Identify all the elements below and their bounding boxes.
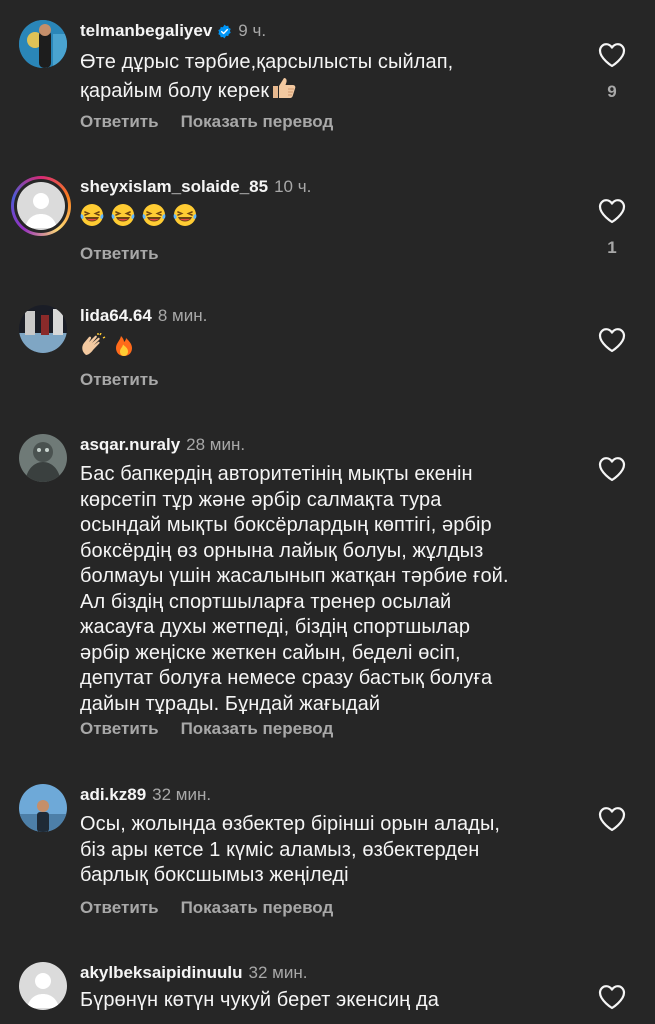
timestamp: 9 ч. (238, 21, 267, 40)
timestamp: 8 мин. (157, 306, 208, 325)
timestamp: 32 мин. (152, 785, 212, 804)
avatar[interactable] (19, 305, 67, 353)
username[interactable]: akylbeksaipidinuulu (80, 962, 243, 984)
comment-line: жасауға духы жетпеді, біздің спортшылар (80, 616, 471, 638)
thumbs-up-icon (271, 76, 297, 108)
show-translation-button[interactable]: Показать перевод (181, 898, 334, 917)
reply-button[interactable]: Ответить (80, 244, 159, 263)
comment-line: әрбір жеңіске жеткен сайын, беделі өсіп, (80, 641, 461, 664)
comment-line: дайын тұрады. Бұндай жағыдай (80, 692, 381, 715)
avatar[interactable] (19, 20, 67, 68)
timestamp: 32 мин. (248, 963, 308, 982)
comment-line: депутат болуға немесе сразу бастық болуғ… (80, 667, 493, 689)
reply-button[interactable]: Ответить (80, 112, 159, 131)
comment-text: Бүрөнүн көтүн чукуй берет экенсиң да (80, 988, 580, 1014)
timestamp: 28 мин. (186, 435, 246, 454)
comment-line: көрсетіп тұр және әрбір салмақта тура (80, 488, 442, 511)
comment-line: барлық боксшымыз жеңіледі (80, 864, 349, 886)
comment-line: осындай мықты боксёрлардың көптігі, әрбі… (80, 514, 492, 536)
username[interactable]: telmanbegaliyev (80, 20, 212, 42)
heart-icon[interactable] (598, 42, 626, 68)
show-translation-button[interactable]: Показать перевод (181, 719, 334, 738)
comment-header: telmanbegaliyev 9 ч. (80, 20, 266, 42)
avatar[interactable] (19, 434, 67, 482)
avatar[interactable] (19, 784, 67, 832)
comment-actions: Ответить Показать перевод (80, 898, 355, 918)
comment-text: Өте дұрыс тәрбие,қарсылысты сыйлап, қара… (80, 50, 580, 107)
comment-text (80, 332, 580, 365)
comment-actions: Ответить (80, 370, 181, 390)
comment-line: Осы, жолында өзбектер бірінші орын алады… (80, 813, 501, 835)
default-avatar-icon[interactable] (19, 962, 67, 1010)
comment-actions: Ответить (80, 244, 181, 264)
comment-line: боксёрдің өз орнына лайық болуы, жұлдыз (80, 539, 484, 562)
fire-icon (112, 336, 136, 362)
clapping-hands-icon (80, 332, 112, 362)
avatar[interactable] (11, 176, 71, 236)
default-avatar-icon (17, 182, 65, 230)
reply-button[interactable]: Ответить (80, 370, 159, 389)
comment-header: akylbeksaipidinuulu 32 мин. (80, 962, 307, 984)
show-translation-button[interactable]: Показать перевод (181, 112, 334, 131)
comment-line-text: қарайым болу керек (80, 79, 270, 102)
heart-icon[interactable] (598, 806, 626, 832)
like-count: 9 (607, 82, 617, 101)
heart-icon[interactable] (598, 198, 626, 224)
reply-button[interactable]: Ответить (80, 719, 159, 738)
comment-header: adi.kz89 32 мин. (80, 784, 211, 806)
comment-actions: Ответить Показать перевод (80, 112, 355, 132)
username[interactable]: asqar.nuraly (80, 434, 180, 456)
comment-header: lida64.64 8 мин. (80, 305, 207, 327)
comment-line: Ал біздің спортшыларға тренер осылай (80, 590, 452, 613)
timestamp: 10 ч. (274, 177, 312, 196)
comment-line: болмауы үшін жасалынып жатқан тәрбие ғой… (80, 565, 509, 587)
comment-header: sheyxislam_solaide_85 10 ч. (80, 176, 311, 198)
comment-text: Осы, жолында өзбектер бірінші орын алады… (80, 812, 580, 889)
reply-button[interactable]: Ответить (80, 898, 159, 917)
heart-icon[interactable] (598, 984, 626, 1010)
username[interactable]: lida64.64 (80, 305, 152, 327)
comment-line: біз ары кетсе 1 күміс аламыз, өзбектерде… (80, 838, 480, 861)
comment-line: Өте дұрыс тәрбие,қарсылысты сыйлап, (80, 51, 454, 73)
like-count: 1 (607, 238, 617, 257)
verified-badge-icon (218, 24, 231, 38)
comment-actions: Ответить Показать перевод (80, 719, 355, 739)
comment-header: asqar.nuraly 28 мин. (80, 434, 245, 456)
comment-line: Бас бапкердің авторитетінің мықты екенін (80, 463, 473, 485)
username[interactable]: adi.kz89 (80, 784, 146, 806)
laughing-crying-icon (80, 203, 204, 232)
heart-icon[interactable] (598, 456, 626, 482)
comment-text: Бас бапкердің авторитетінің мықты екенін… (80, 462, 580, 717)
comment-line: Бүрөнүн көтүн чукуй берет экенсиң да (80, 989, 439, 1011)
heart-icon[interactable] (598, 327, 626, 353)
username[interactable]: sheyxislam_solaide_85 (80, 176, 268, 198)
comment-line: қарайым болу керек (80, 76, 580, 108)
comment-text (80, 203, 580, 235)
